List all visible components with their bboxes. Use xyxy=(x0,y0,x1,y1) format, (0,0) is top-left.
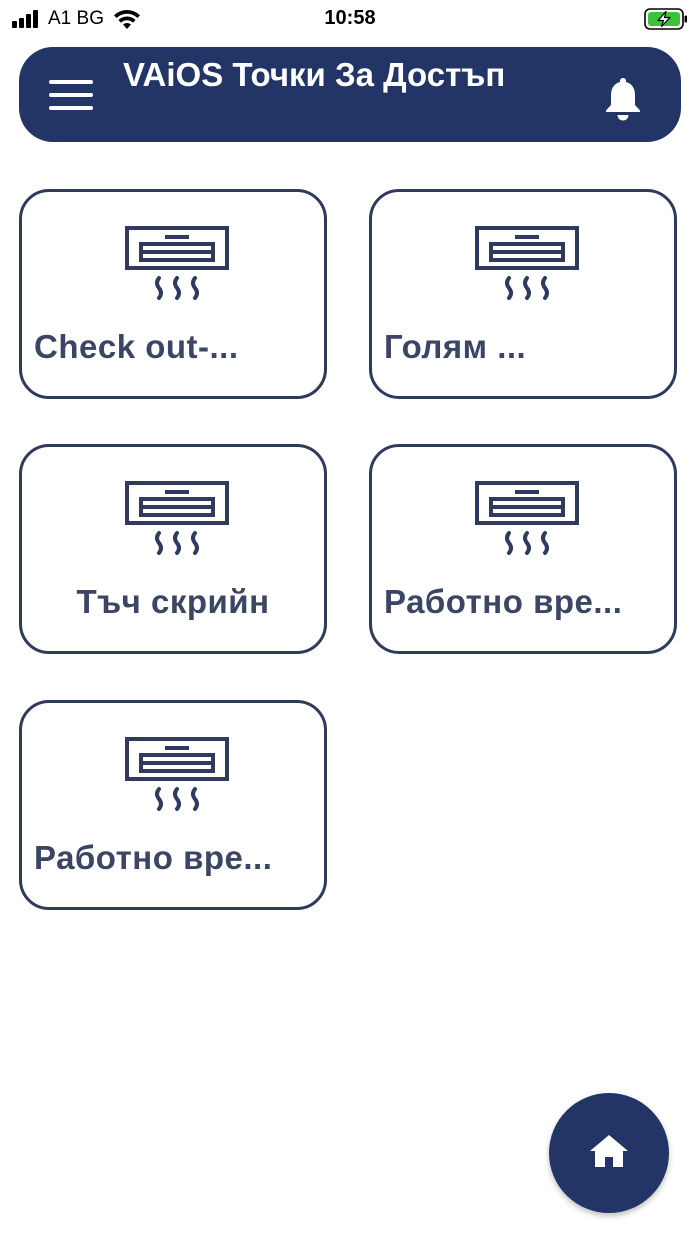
card-label: Работно вре... xyxy=(384,583,623,620)
access-point-card[interactable]: Check out-... xyxy=(19,189,327,399)
air-conditioner-icon xyxy=(475,226,579,300)
access-point-card[interactable]: Тъч скрийн xyxy=(19,444,327,654)
air-conditioner-icon xyxy=(125,226,229,300)
hamburger-menu-icon[interactable] xyxy=(49,80,93,112)
air-conditioner-icon xyxy=(125,737,229,811)
air-conditioner-icon xyxy=(125,481,229,555)
access-point-card[interactable]: Работно вре... xyxy=(369,444,677,654)
home-icon xyxy=(590,1135,628,1167)
air-conditioner-icon xyxy=(475,481,579,555)
bell-icon[interactable] xyxy=(603,74,643,122)
app-bar: VAiOS Точки За Достъп xyxy=(19,47,681,142)
home-button[interactable] xyxy=(549,1093,669,1213)
access-point-card[interactable]: Голям ... xyxy=(369,189,677,399)
status-time: 10:58 xyxy=(324,7,376,29)
battery-charging-icon xyxy=(644,8,687,30)
card-label: Тъч скрийн xyxy=(76,583,270,620)
card-label: Check out-... xyxy=(34,328,239,365)
page-title: VAiOS Точки За Достъп xyxy=(123,56,506,93)
status-bar: A1 BG 10:58 xyxy=(0,0,700,40)
card-label: Голям ... xyxy=(384,328,527,365)
access-point-card[interactable]: Работно вре... xyxy=(19,700,327,910)
card-label: Работно вре... xyxy=(34,839,273,876)
